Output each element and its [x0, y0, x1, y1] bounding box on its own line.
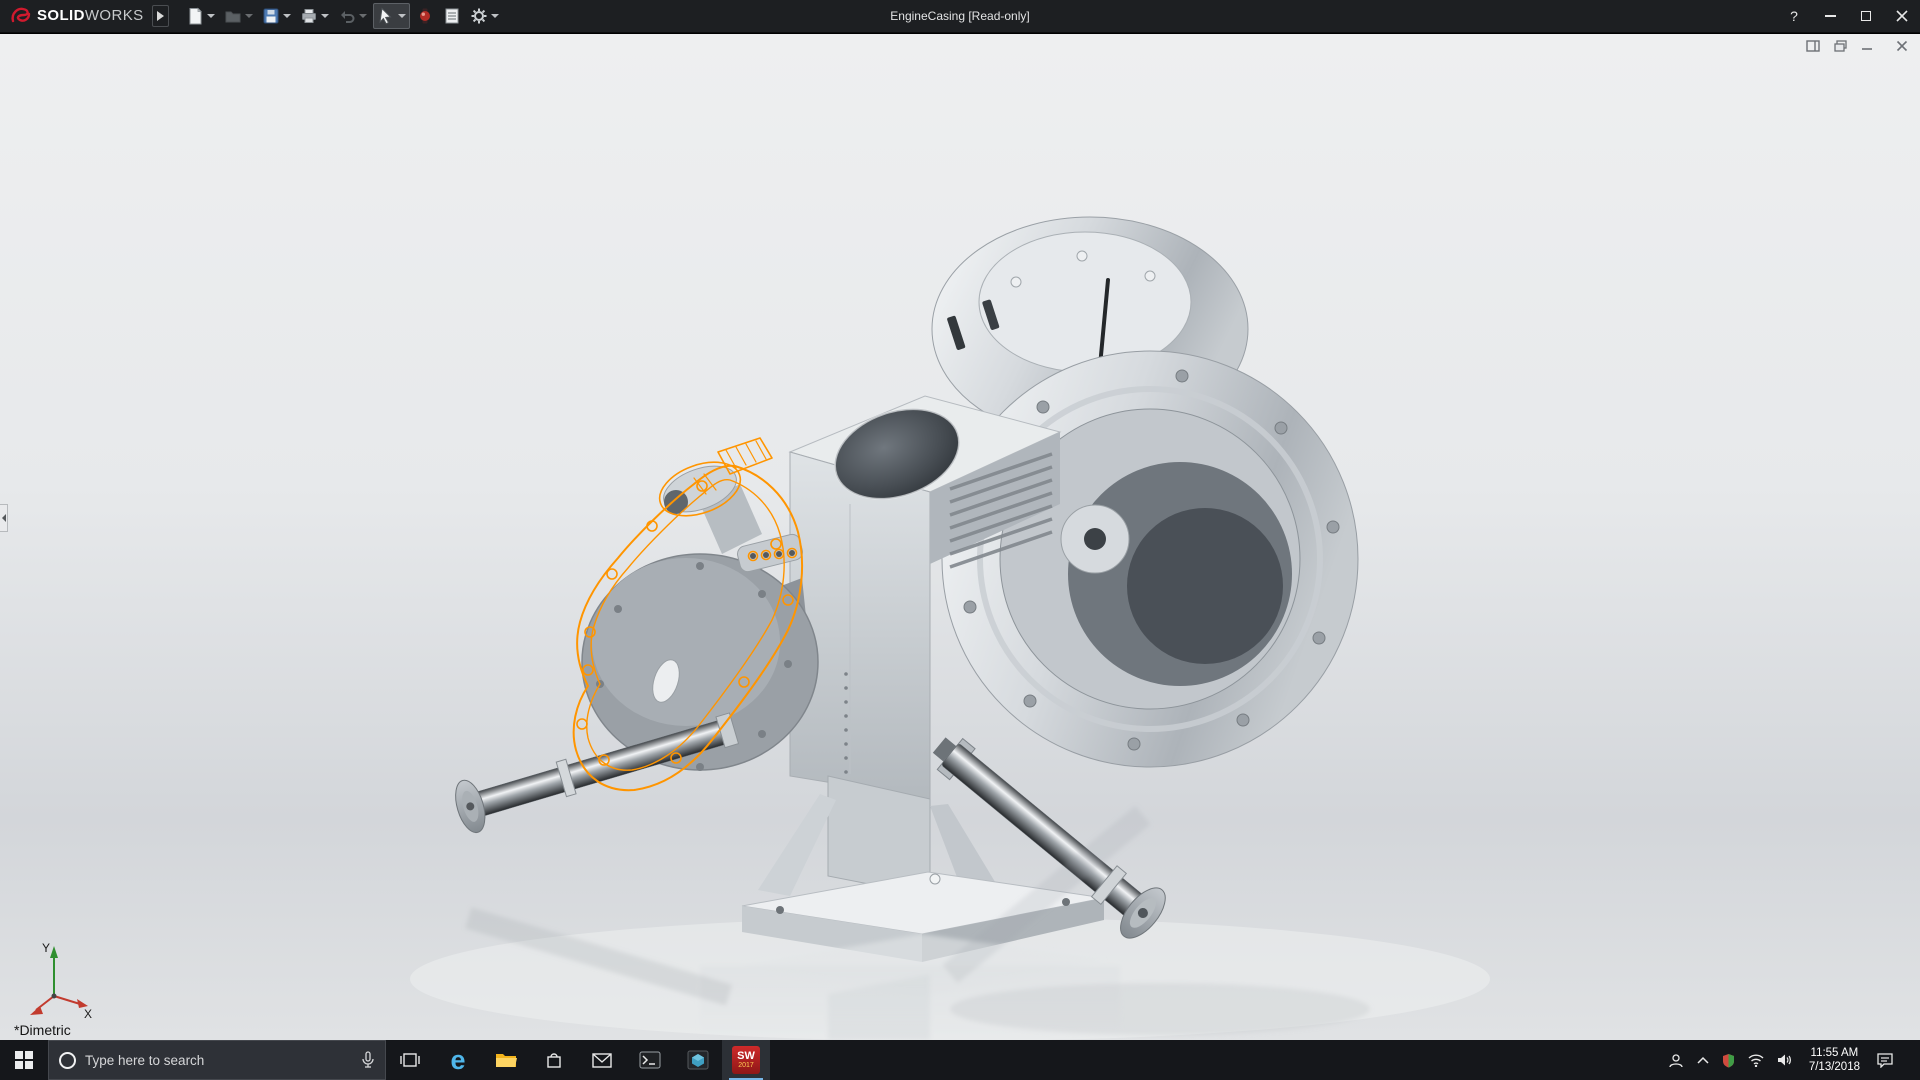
save-icon	[262, 7, 280, 25]
start-button[interactable]	[0, 1040, 48, 1080]
brand-text-light: WORKS	[85, 7, 144, 24]
new-document-button[interactable]	[183, 3, 218, 29]
screen: SOLIDWORKS	[0, 0, 1920, 1080]
view-orientation-label: *Dimetric	[14, 1022, 71, 1038]
window-controls: ?	[1776, 0, 1920, 33]
dock-panel-button[interactable]	[1805, 39, 1821, 53]
document-title: EngineCasing [Read-only]	[890, 0, 1029, 33]
solidworks-icon-label: SW	[737, 1051, 755, 1062]
solidworks-icon-year: 2017	[738, 1062, 754, 1069]
task-view-button[interactable]	[386, 1040, 434, 1080]
open-document-icon	[224, 7, 242, 25]
security-shield-icon[interactable]	[1722, 1053, 1735, 1068]
file-explorer-icon	[495, 1051, 517, 1069]
solidworks-taskbar-button[interactable]: SW 2017	[722, 1040, 770, 1080]
wifi-icon[interactable]	[1748, 1054, 1764, 1067]
cortana-icon	[59, 1052, 76, 1069]
hidden-icons-chevron[interactable]	[1697, 1056, 1709, 1064]
dropdown-arrow-icon[interactable]	[359, 14, 367, 18]
flyout-arrow-icon	[157, 11, 164, 21]
taskbar-apps: e	[386, 1040, 770, 1080]
dropdown-arrow-icon[interactable]	[491, 14, 499, 18]
sheet-properties-button[interactable]	[440, 3, 464, 29]
help-button[interactable]: ?	[1776, 0, 1812, 33]
sheet-properties-icon	[443, 7, 461, 25]
solidworks-app-icon: SW 2017	[732, 1046, 760, 1074]
mail-icon	[592, 1053, 612, 1068]
quick-access-toolbar	[183, 3, 502, 29]
model-canvas[interactable]	[0, 34, 1920, 1040]
dropdown-arrow-icon[interactable]	[245, 14, 253, 18]
expand-panel-arrow-icon	[2, 514, 6, 522]
solidworks-logo: SOLIDWORKS	[0, 6, 152, 26]
titlebar: SOLIDWORKS	[0, 0, 1920, 33]
taskbar-clock[interactable]: 11:55 AM 7/13/2018	[1805, 1046, 1864, 1074]
taskbar: e	[0, 1040, 1920, 1080]
edrawings-icon	[687, 1050, 709, 1070]
taskbar-search[interactable]	[48, 1040, 386, 1080]
brand-text-bold: SOLID	[37, 7, 85, 24]
edge-icon: e	[450, 1047, 465, 1074]
close-button[interactable]	[1884, 0, 1920, 33]
maximize-button[interactable]	[1848, 0, 1884, 33]
dassault-systemes-logo-icon	[10, 6, 32, 26]
file-explorer-button[interactable]	[482, 1040, 530, 1080]
task-view-icon	[400, 1052, 420, 1068]
maximize-icon	[1861, 11, 1871, 21]
dropdown-arrow-icon[interactable]	[283, 14, 291, 18]
clock-time: 11:55 AM	[1809, 1046, 1860, 1060]
toolbar-flyout-button[interactable]	[152, 5, 169, 27]
print-button[interactable]	[297, 3, 332, 29]
dropdown-arrow-icon[interactable]	[321, 14, 329, 18]
select-tool-button[interactable]	[373, 3, 410, 29]
action-center-icon[interactable]	[1877, 1053, 1893, 1068]
minimize-window-button[interactable]	[1859, 39, 1875, 53]
close-icon	[1896, 10, 1908, 22]
dropdown-arrow-icon[interactable]	[398, 14, 406, 18]
y-axis-label: Y	[42, 941, 50, 955]
microphone-icon[interactable]	[361, 1051, 375, 1069]
edge-button[interactable]: e	[434, 1040, 482, 1080]
options-gear-icon	[470, 7, 488, 25]
undo-icon	[338, 7, 356, 25]
minimize-button[interactable]	[1812, 0, 1848, 33]
open-document-button[interactable]	[221, 3, 256, 29]
print-icon	[300, 7, 318, 25]
clock-date: 7/13/2018	[1809, 1060, 1860, 1074]
system-tray: 11:55 AM 7/13/2018	[1660, 1040, 1920, 1080]
save-button[interactable]	[259, 3, 294, 29]
store-icon	[545, 1051, 563, 1069]
y-axis-arrow	[50, 946, 58, 958]
options-button[interactable]	[467, 3, 502, 29]
brand-text: SOLIDWORKS	[37, 7, 144, 25]
undo-button[interactable]	[335, 3, 370, 29]
mail-button[interactable]	[578, 1040, 626, 1080]
store-button[interactable]	[530, 1040, 578, 1080]
volume-icon[interactable]	[1777, 1053, 1792, 1067]
appearance-sphere-icon	[416, 7, 434, 25]
appearances-button[interactable]	[413, 3, 437, 29]
edrawings-button[interactable]	[674, 1040, 722, 1080]
viewport[interactable]: Y X *Dimetric	[0, 34, 1920, 1040]
new-document-icon	[186, 7, 204, 25]
featuremanager-collapsed-tab[interactable]	[0, 504, 8, 532]
people-tray-icon[interactable]	[1668, 1053, 1684, 1068]
document-window-controls	[1805, 39, 1910, 53]
restore-window-button[interactable]	[1832, 39, 1848, 53]
dropdown-arrow-icon[interactable]	[207, 14, 215, 18]
command-prompt-icon	[639, 1051, 661, 1069]
windows-logo-icon	[15, 1051, 33, 1069]
command-prompt-button[interactable]	[626, 1040, 674, 1080]
search-input[interactable]	[85, 1053, 352, 1068]
minimize-icon	[1825, 15, 1836, 17]
close-window-button[interactable]	[1894, 39, 1910, 53]
z-axis-arrow	[30, 1006, 43, 1015]
select-cursor-icon	[377, 7, 395, 25]
help-icon: ?	[1790, 8, 1798, 24]
coordinate-triad: Y X	[16, 936, 94, 1020]
x-axis-label: X	[84, 1007, 92, 1020]
